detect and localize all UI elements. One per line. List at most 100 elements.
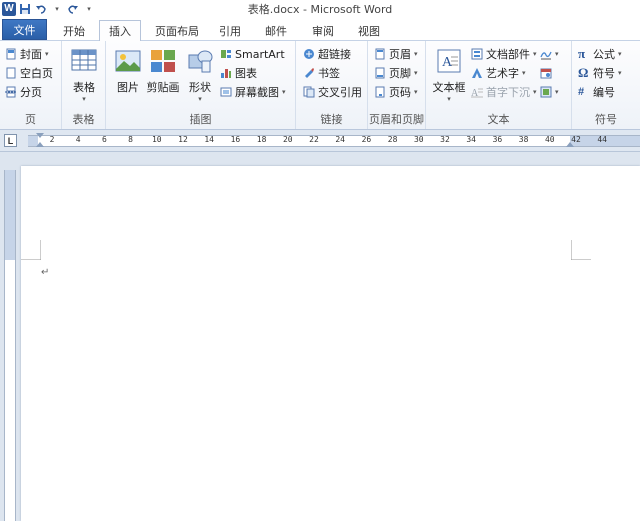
screenshot-button[interactable]: 屏幕截图 ▾ xyxy=(220,83,286,101)
screenshot-label: 屏幕截图 xyxy=(235,86,279,99)
ruler-tick-label: 16 xyxy=(230,135,241,144)
quick-parts-label: 文档部件 xyxy=(486,48,530,61)
document-page[interactable] xyxy=(21,166,640,521)
ruler-tick-label: 8 xyxy=(128,135,134,144)
group-links: 超链接 书签 交叉引用 链接 xyxy=(296,41,368,129)
dropdown-arrow-icon: ▾ xyxy=(555,88,559,96)
drop-cap-button[interactable]: A 首字下沉 ▾ xyxy=(471,83,537,101)
table-icon xyxy=(71,49,97,71)
symbol-button[interactable]: Ω 符号 ▾ xyxy=(578,64,622,82)
ruler-tick-label: 10 xyxy=(151,135,162,144)
cover-page-button[interactable]: 封面 ▾ xyxy=(5,45,49,63)
number-icon: # xyxy=(578,86,585,98)
tab-mailings[interactable]: 邮件 xyxy=(256,20,296,41)
group-pages-label: 页 xyxy=(25,113,36,126)
footer-button[interactable]: 页脚 ▾ xyxy=(374,64,418,82)
page-number-button[interactable]: 页码 ▾ xyxy=(374,83,418,101)
page-break-label: 分页 xyxy=(20,86,42,99)
clipart-button[interactable]: 剪贴画 xyxy=(146,47,180,95)
date-time-icon xyxy=(540,68,552,79)
dropdown-arrow-icon: ▾ xyxy=(45,50,49,58)
dropdown-arrow-icon: ▾ xyxy=(533,50,537,58)
first-line-indent-handle[interactable] xyxy=(36,133,44,138)
picture-button[interactable]: 图片 xyxy=(112,47,144,95)
dropdown-arrow-icon: ▾ xyxy=(282,88,286,96)
ribbon-insert: 封面 ▾ 空白页 分页 页 表格 ▾ 表格 图片 剪贴画 形状 ▾ SmartA… xyxy=(0,41,640,130)
vertical-ruler[interactable] xyxy=(4,170,16,521)
blank-page-icon xyxy=(6,67,16,79)
ruler-tick-label: 6 xyxy=(101,135,107,144)
footer-label: 页脚 xyxy=(389,67,411,80)
number-label: 编号 xyxy=(593,86,615,99)
quick-parts-button[interactable]: 文档部件 ▾ xyxy=(471,45,537,63)
shapes-icon xyxy=(188,50,213,73)
cover-page-label: 封面 xyxy=(20,48,42,61)
hyperlink-label: 超链接 xyxy=(318,48,351,61)
number-button[interactable]: # 编号 xyxy=(578,83,615,101)
hyperlink-button[interactable]: 超链接 xyxy=(303,45,351,63)
page-number-label: 页码 xyxy=(389,86,411,99)
smartart-icon xyxy=(221,50,231,58)
header-icon xyxy=(375,48,385,60)
ruler-tick-label: 4 xyxy=(75,135,81,144)
blank-page-label: 空白页 xyxy=(20,67,53,80)
tab-file[interactable]: 文件 xyxy=(2,19,47,40)
tab-review[interactable]: 审阅 xyxy=(303,20,343,41)
left-tab-icon: L xyxy=(7,135,14,146)
ruler-tick-label: 44 xyxy=(597,135,608,144)
bookmark-button[interactable]: 书签 xyxy=(303,64,340,82)
tab-view[interactable]: 视图 xyxy=(349,20,389,41)
horizontal-ruler[interactable]: 2 4 6 8 10 12 14 16 18 20 22 24 26 28 30 32 34 36 38 40 42 44 xyxy=(28,133,640,147)
equation-button[interactable]: π 公式 ▾ xyxy=(578,45,622,63)
dropdown-arrow-icon: ▾ xyxy=(618,69,622,77)
dropdown-arrow-icon: ▾ xyxy=(447,95,451,103)
ruler-tick-label: 30 xyxy=(413,135,424,144)
group-symbols-label: 符号 xyxy=(595,113,617,126)
dropdown-arrow-icon: ▾ xyxy=(82,95,86,103)
wordart-button[interactable]: 艺术字 ▾ xyxy=(471,64,526,82)
window-title: 表格.docx - Microsoft Word xyxy=(247,3,393,16)
header-label: 页眉 xyxy=(389,48,411,61)
date-time-button[interactable] xyxy=(540,64,552,82)
chart-button[interactable]: 图表 xyxy=(220,64,257,82)
dropdown-arrow-icon: ▾ xyxy=(414,50,418,58)
wordart-icon xyxy=(472,68,482,78)
cross-reference-icon xyxy=(303,86,315,98)
cross-reference-button[interactable]: 交叉引用 xyxy=(303,83,362,101)
tab-selector-button[interactable]: L xyxy=(4,134,17,147)
group-links-label: 链接 xyxy=(320,113,343,126)
object-icon xyxy=(540,86,552,98)
blank-page-button[interactable]: 空白页 xyxy=(5,64,53,82)
group-pages: 封面 ▾ 空白页 分页 页 xyxy=(0,41,62,129)
page-break-button[interactable]: 分页 xyxy=(5,83,42,101)
tab-page-layout[interactable]: 页面布局 xyxy=(146,20,208,41)
table-label: 表格 xyxy=(73,81,95,94)
ruler-tick-label: 28 xyxy=(387,135,398,144)
ruler-tick-label: 40 xyxy=(544,135,555,144)
group-header-footer-label: 页眉和页脚 xyxy=(369,113,424,126)
tab-references[interactable]: 引用 xyxy=(212,20,248,41)
ribbon-tabs: 文件 开始 插入 页面布局 引用 邮件 审阅 视图 xyxy=(0,17,640,42)
chart-icon xyxy=(221,69,231,78)
signature-line-button[interactable]: ▾ xyxy=(540,45,559,63)
tab-home[interactable]: 开始 xyxy=(52,20,96,41)
object-button[interactable]: ▾ xyxy=(540,83,559,101)
smartart-button[interactable]: SmartArt xyxy=(220,45,285,63)
clipart-label: 剪贴画 xyxy=(146,81,180,94)
tab-insert[interactable]: 插入 xyxy=(99,20,141,42)
group-illustrations: 图片 剪贴画 形状 ▾ SmartArt 图表 屏幕截图 ▾ 插图 xyxy=(106,41,296,129)
hyperlink-icon xyxy=(304,49,314,59)
shapes-button[interactable]: 形状 ▾ xyxy=(184,47,216,103)
header-button[interactable]: 页眉 ▾ xyxy=(374,45,418,63)
quick-parts-icon xyxy=(471,48,483,60)
footer-icon xyxy=(375,67,385,79)
page-number-icon xyxy=(375,86,385,98)
table-button[interactable]: 表格 ▾ xyxy=(69,47,99,103)
text-box-button[interactable]: A 文本框 ▾ xyxy=(432,47,466,103)
ruler-tick-label: 36 xyxy=(492,135,503,144)
hanging-indent-handle[interactable] xyxy=(36,142,44,147)
ruler-tick-label: 18 xyxy=(256,135,267,144)
ruler-tick-label: 38 xyxy=(518,135,529,144)
picture-icon xyxy=(115,50,141,72)
equation-label: 公式 xyxy=(593,48,615,61)
